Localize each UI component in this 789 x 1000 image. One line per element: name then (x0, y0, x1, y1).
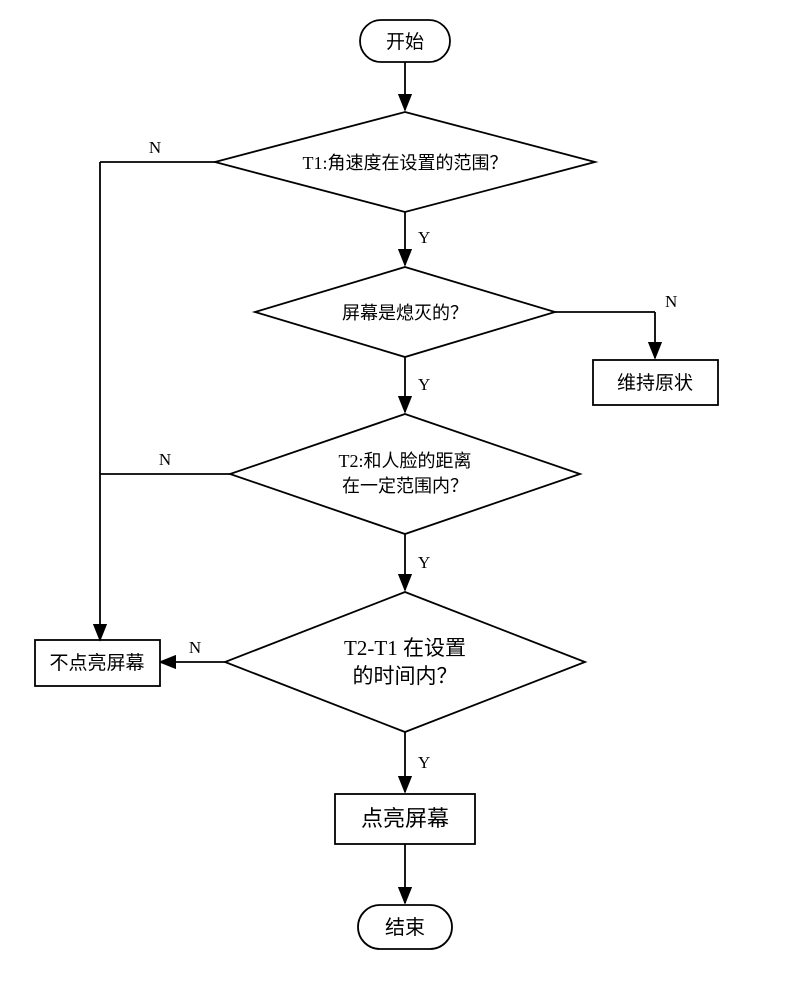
decision-time-label2: 的时间内？ (353, 664, 458, 688)
decision-time: T2-T1 在设置 的时间内？ (225, 592, 585, 732)
decision-t1: T1:角速度在设置的范围？ (215, 112, 595, 212)
no-label: N (159, 450, 171, 469)
decision-t2: T2:和人脸的距离 在一定范围内？ (230, 414, 580, 534)
end-label: 结束 (385, 916, 425, 939)
no-label: N (149, 138, 161, 157)
flowchart-diagram: 开始 T1:角速度在设置的范围？ Y N 屏幕是熄灭的？ Y N 维持原状 T2… (0, 0, 789, 1000)
decision-screen-label: 屏幕是熄灭的？ (342, 303, 468, 323)
no-label: N (665, 292, 677, 311)
decision-t1-label: T1:角速度在设置的范围？ (303, 153, 508, 173)
start-label: 开始 (386, 31, 424, 53)
yes-label: Y (418, 375, 430, 394)
start-node: 开始 (360, 20, 450, 62)
light-label: 点亮屏幕 (361, 806, 449, 831)
process-maintain: 维持原状 (593, 360, 718, 405)
no-label: N (189, 638, 201, 657)
decision-t2-label1: T2:和人脸的距离 (339, 451, 472, 471)
process-no-light: 不点亮屏幕 (35, 640, 160, 686)
yes-label: Y (418, 553, 430, 572)
decision-time-label1: T2-T1 在设置 (344, 636, 466, 660)
decision-screen-off: 屏幕是熄灭的？ (255, 267, 555, 357)
maintain-label: 维持原状 (617, 372, 693, 394)
end-node: 结束 (358, 905, 452, 949)
process-light: 点亮屏幕 (335, 794, 475, 844)
no-light-label: 不点亮屏幕 (49, 652, 144, 674)
yes-label: Y (418, 753, 430, 772)
yes-label: Y (418, 228, 430, 247)
decision-t2-label2: 在一定范围内？ (342, 476, 468, 496)
